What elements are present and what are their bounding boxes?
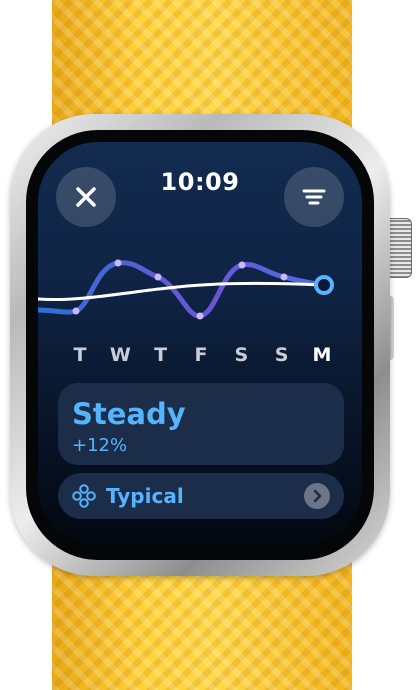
menu-icon <box>302 189 326 205</box>
trend-summary-card[interactable]: Steady +12% <box>58 383 344 465</box>
menu-button[interactable] <box>284 167 344 227</box>
daily-trend-line <box>38 260 325 319</box>
watch-screen: 10:09 T W T F S S M Steady +12% Typical <box>38 142 362 546</box>
trend-point <box>196 312 204 320</box>
trend-change: +12% <box>72 435 128 456</box>
trend-point <box>238 261 246 269</box>
day-label-current: M <box>312 344 332 366</box>
trend-point <box>72 307 80 315</box>
current-trend-point <box>314 275 334 295</box>
typical-chevron-button[interactable] <box>304 483 330 509</box>
close-button[interactable] <box>56 167 116 227</box>
day-label: W <box>109 344 131 366</box>
day-label: T <box>73 344 87 366</box>
trend-point <box>114 259 122 267</box>
chevron-right-icon <box>313 489 322 503</box>
day-label: T <box>154 344 168 366</box>
trend-point <box>280 273 288 281</box>
clock-time: 10:09 <box>160 168 240 196</box>
circles-icon <box>72 484 96 508</box>
trend-point <box>154 273 162 281</box>
trend-status: Steady <box>72 397 186 431</box>
typical-label: Typical <box>106 484 184 508</box>
day-label: S <box>274 344 289 366</box>
day-label: S <box>234 344 249 366</box>
day-labels: T W T F S S M <box>66 344 336 366</box>
close-icon <box>76 187 96 207</box>
day-label: F <box>194 344 208 366</box>
typical-row[interactable]: Typical <box>58 473 344 519</box>
trend-graph <box>38 259 334 320</box>
